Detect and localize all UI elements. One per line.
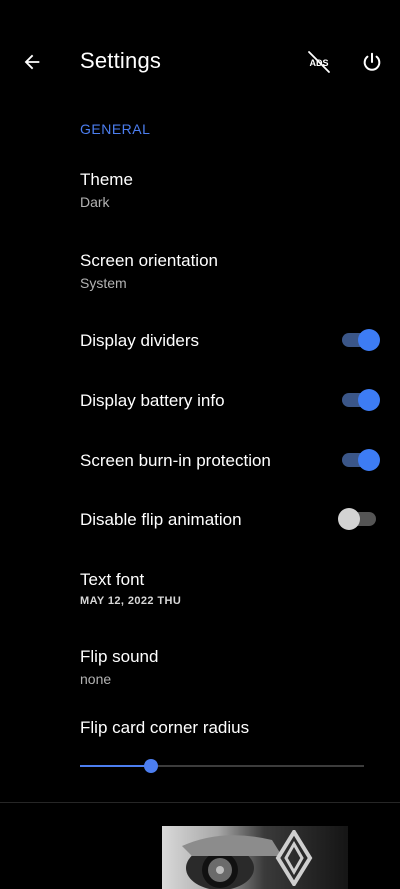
top-app-bar: Settings ADS bbox=[0, 0, 400, 122]
ad-banner[interactable] bbox=[162, 826, 348, 889]
setting-display-battery-info-label: Display battery info bbox=[80, 391, 225, 410]
toggle-thumb bbox=[338, 508, 360, 530]
display-battery-info-toggle[interactable] bbox=[338, 388, 382, 412]
slider-handle[interactable] bbox=[144, 759, 158, 773]
remove-ads-icon: ADS bbox=[308, 51, 330, 73]
setting-theme[interactable]: Theme Dark bbox=[0, 160, 400, 220]
toggle-thumb bbox=[358, 389, 380, 411]
setting-screen-orientation[interactable]: Screen orientation System bbox=[0, 241, 400, 301]
power-button[interactable] bbox=[354, 44, 390, 80]
setting-flip-sound[interactable]: Flip sound none bbox=[0, 637, 400, 697]
setting-flip-card-corner-radius-label: Flip card corner radius bbox=[80, 718, 250, 737]
setting-screen-burn-in-protection[interactable]: Screen burn-in protection bbox=[0, 440, 400, 482]
ad-car-image bbox=[182, 835, 282, 889]
setting-display-dividers-label: Display dividers bbox=[80, 331, 200, 350]
page-title: Settings bbox=[80, 48, 162, 73]
arrow-left-icon bbox=[24, 54, 40, 70]
setting-screen-burn-in-protection-label: Screen burn-in protection bbox=[80, 451, 271, 470]
setting-text-font-label: Text font bbox=[80, 570, 145, 589]
display-dividers-toggle[interactable] bbox=[338, 328, 382, 352]
setting-text-font-preview: MAY 12, 2022 THU bbox=[80, 595, 182, 607]
setting-screen-orientation-label: Screen orientation bbox=[80, 251, 218, 270]
setting-theme-value: Dark bbox=[80, 194, 110, 210]
toggle-thumb bbox=[358, 449, 380, 471]
slider-fill bbox=[80, 765, 145, 767]
setting-text-font[interactable]: Text font MAY 12, 2022 THU bbox=[0, 560, 400, 616]
disable-flip-animation-toggle[interactable] bbox=[338, 507, 382, 531]
back-button[interactable] bbox=[14, 44, 50, 80]
setting-flip-card-corner-radius: Flip card corner radius bbox=[0, 708, 400, 748]
divider bbox=[0, 802, 400, 803]
setting-theme-label: Theme bbox=[80, 170, 133, 189]
setting-screen-orientation-value: System bbox=[80, 275, 127, 291]
power-icon bbox=[363, 52, 381, 71]
corner-radius-slider[interactable] bbox=[80, 756, 364, 776]
screen-burn-in-protection-toggle[interactable] bbox=[338, 448, 382, 472]
setting-display-dividers[interactable]: Display dividers bbox=[0, 320, 400, 362]
setting-flip-sound-value: none bbox=[80, 671, 112, 687]
toggle-thumb bbox=[358, 329, 380, 351]
remove-ads-button[interactable]: ADS bbox=[300, 44, 338, 80]
setting-disable-flip-animation[interactable]: Disable flip animation bbox=[0, 499, 400, 541]
setting-disable-flip-animation-label: Disable flip animation bbox=[80, 510, 242, 529]
car-brand-logo bbox=[275, 830, 313, 886]
setting-display-battery-info[interactable]: Display battery info bbox=[0, 380, 400, 422]
section-header-general: GENERAL bbox=[80, 121, 151, 137]
setting-flip-sound-label: Flip sound bbox=[80, 647, 159, 666]
